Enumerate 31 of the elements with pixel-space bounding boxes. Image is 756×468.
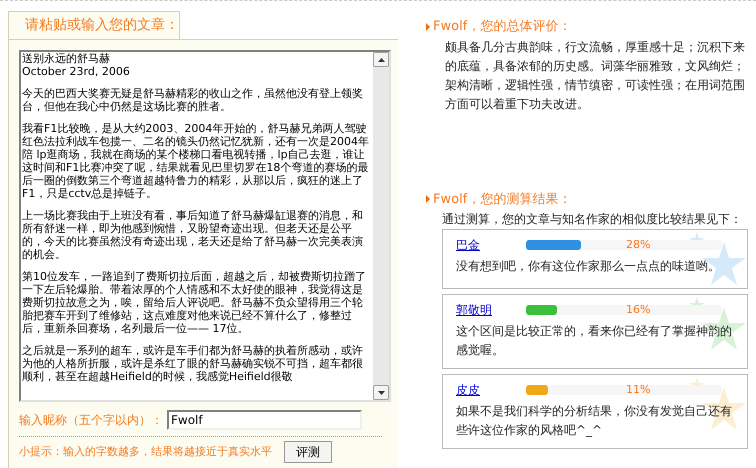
article-paragraph: 我看F1比较晚，是从大约2003、2004年开始的，舒马赫兄弟两人驾驶红色法拉利战车包揽一、二名的镜头仍然记忆犹新，还有一次是2004年陪 lp逛商场，我就在商场的某个楼梯口看电视转播，lp自己去逛，谁让这时间和F1比赛冲突了呢，结果就看见巴里切罗在18个弯道的赛场的最后一圈的倒数第三个弯道超越特鲁力的精彩，从那以后，疯狂的迷上了F1，只是cctv总是掉链子。 <box>22 122 370 200</box>
author-link[interactable]: 郭敬明 <box>456 301 526 319</box>
overall-evaluation-text: 颇具备几分古典韵味，行文流畅，厚重感十足；沉积下来的底蕴，具备浓郁的历史感。词藻华丽雅致，文风绚烂；架构清晰，逻辑性强，情节缜密，可读性强；在用词范围方面可以着重下功夫改进。 <box>445 38 745 112</box>
article-textarea[interactable] <box>19 50 391 402</box>
nickname-label: 输入昵称（五个字以内）： <box>19 412 163 429</box>
scroll-up-icon[interactable] <box>373 52 389 67</box>
author-comment: 没有想到吧，你有这位作家那么一点点的味道哟。 <box>456 258 721 275</box>
article-paragraph: 之后就是一系列的超车，或许是车手们都为舒马赫的执着所感动，或许为他的人格所折服，或许是杀红了眼的舒马赫确实锐不可挡，超车都很顺利，甚至在超越Heifield的时候，我感觉Heifield很敬 <box>22 344 364 383</box>
triangle-icon <box>426 195 430 204</box>
results-intro-text: 通过测算，您的文章与知名作家的相似度比较结果见下： <box>442 211 743 227</box>
article-paragraph: 上一场比赛我由于上班没有看，事后知道了舒马赫爆缸退赛的消息，和所有舒迷一样，即为他感到惋惜，又盼望奇迹出现。但老天还是公平的，今天的比赛虽然没有奇迹出现，老天还是给了舒马赫一次完美表演的机会。 <box>22 209 364 261</box>
panel-title: 请粘贴或输入您的文章： <box>25 16 179 35</box>
author-comment: 这个区间是比较正常的，看来你已经有了掌握神韵的感觉喔。 <box>456 323 733 359</box>
article-paragraph: 第10位发车，一路追到了费斯切拉后面，超越之后，却被费斯切拉蹭了一下左后轮爆胎。带着浓厚的个人情感和不太好使的眼神，我觉得这是费斯切拉故意之为，唉，留给后人评说吧。舒马赫不负众望得用三个轮胎把赛车开到了维修站，这点难度对他来说已经不算什么了，修整过后，重新杀回赛场，名列最后一位—— 17位。 <box>22 270 367 335</box>
scroll-down-icon[interactable] <box>373 385 389 400</box>
nickname-field[interactable]: Fwolf <box>167 410 362 430</box>
article-paragraph: 送别永远的舒马赫 <box>22 52 111 65</box>
section-title: Fwolf，您的测算结果： <box>433 190 572 208</box>
author-link[interactable]: 皮皮 <box>456 381 526 399</box>
author-link[interactable]: 巴金 <box>456 236 526 254</box>
hint-text: 小提示：输入的字数越多，结果将越接近于真实水平 <box>19 444 272 460</box>
scrollbar[interactable] <box>373 52 389 400</box>
author-comment: 如果不是我们科学的分析结果，你没有发觉自己还有些许这位作家的风格吧^_^ <box>456 403 733 439</box>
similarity-percent: 28% <box>626 236 650 253</box>
similarity-percent: 16% <box>626 302 650 318</box>
submit-button[interactable]: 评测 <box>284 441 332 463</box>
similarity-percent: 11% <box>626 382 650 398</box>
article-paragraph: October 23rd, 2006 <box>22 65 131 78</box>
section-title: Fwolf，您的总体评价： <box>433 18 572 36</box>
article-paragraph: 今天的巴西大奖赛无疑是舒马赫精彩的收山之作，虽然他没有登上领奖台，但他在我心中仍然是这场比赛的胜者。 <box>22 87 364 113</box>
triangle-icon <box>426 22 430 31</box>
